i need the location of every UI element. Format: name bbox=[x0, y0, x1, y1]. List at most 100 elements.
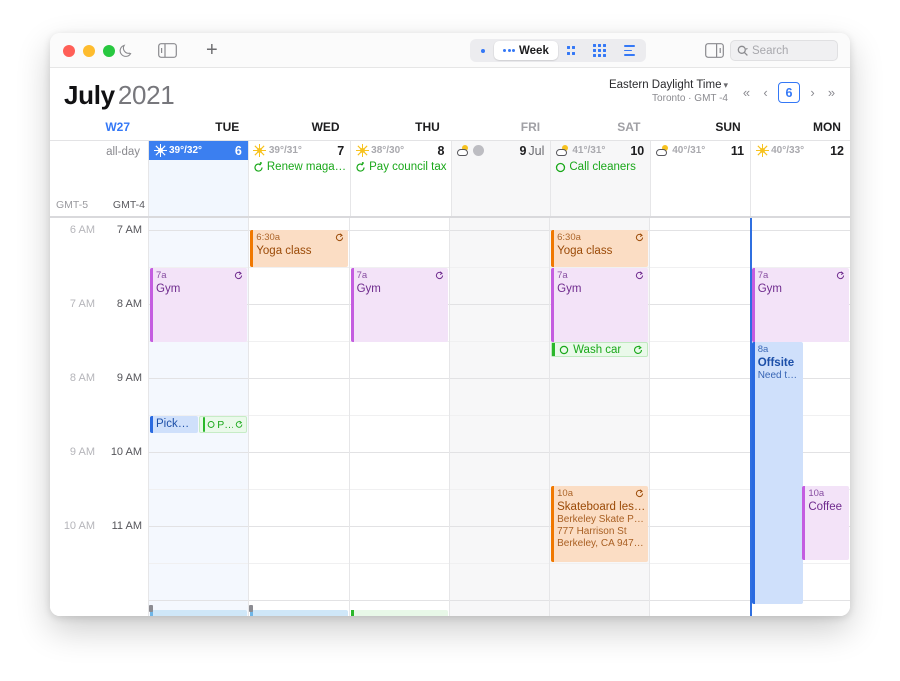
hour-gridline bbox=[449, 378, 550, 379]
event-color-bar bbox=[250, 230, 254, 267]
zoom-window-button[interactable] bbox=[103, 45, 115, 57]
half-hour-gridline bbox=[349, 489, 449, 490]
day-column-thu[interactable]: 7a Gym bbox=[348, 218, 449, 616]
mini-task-chip[interactable]: P… bbox=[198, 416, 248, 433]
half-hour-gridline bbox=[149, 563, 249, 564]
view-mode-month[interactable] bbox=[558, 41, 585, 60]
all-day-cell-thu[interactable]: 38°/30° 8 Pay council tax bbox=[350, 141, 451, 216]
all-day-gutter: all-day GMT-5 GMT-4 bbox=[50, 141, 148, 216]
view-mode-year[interactable] bbox=[584, 41, 615, 60]
hour-gridline bbox=[249, 452, 349, 453]
moon-phase-icon bbox=[472, 145, 484, 156]
day-column-sat[interactable]: 6:30a Yoga class 7a Gym 10a Skateboard les…… bbox=[549, 218, 650, 616]
all-day-cell-mon[interactable]: 40°/33° 12 bbox=[750, 141, 850, 216]
weather-temperature: 39°/32° bbox=[169, 145, 203, 156]
event-time: 6:30a bbox=[256, 232, 281, 243]
day-number[interactable]: 10 bbox=[630, 144, 644, 158]
day-column-mon[interactable]: 7a Gym 8a Offsite Need t… 10a Coffee bbox=[749, 218, 850, 616]
page-title: July 2021 bbox=[64, 80, 175, 111]
year-label: 2021 bbox=[117, 80, 175, 110]
nav-first-button[interactable]: « bbox=[738, 85, 755, 100]
half-hour-gridline bbox=[449, 415, 550, 416]
view-mode-week[interactable]: Week bbox=[494, 41, 558, 60]
all-day-cell-fri[interactable]: 9 Jul bbox=[450, 141, 551, 216]
timed-grid[interactable]: 6 AM 7 AM 7 AM 8 AM 8 AM 9 AM 9 AM 10 AM 10 AM 11… bbox=[50, 218, 850, 616]
calendar-event[interactable]: 7a Gym bbox=[150, 268, 248, 342]
date-navigation: « ‹ 6 › » bbox=[738, 82, 840, 103]
all-day-cell-wed[interactable]: 39°/31° 7 Renew maga… bbox=[247, 141, 351, 216]
day-column-fri[interactable] bbox=[448, 218, 550, 616]
event-title: Offsite bbox=[757, 356, 795, 369]
hour-label-right-0: 7 AM bbox=[116, 224, 142, 236]
all-day-cell-sun[interactable]: 40°/31° 11 bbox=[650, 141, 751, 216]
event-title: Yoga class bbox=[256, 244, 312, 257]
calendar-event[interactable]: 6:30a Yoga class bbox=[551, 230, 649, 267]
day-number[interactable]: 11 bbox=[731, 144, 744, 158]
day-column-sun[interactable] bbox=[649, 218, 750, 616]
nav-next-button[interactable]: › bbox=[804, 85, 821, 100]
day-number[interactable]: 12 bbox=[830, 144, 844, 158]
all-day-cell-tue[interactable]: 39°/32° 6 bbox=[148, 141, 248, 216]
clipped-event-stub[interactable] bbox=[150, 610, 248, 616]
task-label: Call cleaners bbox=[569, 161, 636, 173]
inline-task[interactable]: Wash car bbox=[551, 342, 649, 357]
calendar-event[interactable]: Pick… bbox=[150, 416, 198, 433]
hour-label-right-3: 10 AM bbox=[110, 446, 142, 458]
day-column-wed[interactable]: 6:30a Yoga class bbox=[248, 218, 349, 616]
search-placeholder: Search bbox=[752, 44, 789, 57]
half-hour-gridline bbox=[449, 341, 550, 342]
timezone-name-row: Eastern Daylight Time ▾ bbox=[609, 79, 728, 91]
view-mode-day[interactable] bbox=[472, 41, 494, 60]
all-day-task[interactable]: Call cleaners bbox=[551, 160, 650, 173]
partly-cloudy-icon bbox=[556, 144, 569, 157]
day-name-fri: FRI bbox=[520, 120, 541, 134]
sidebar-toggle-icon[interactable] bbox=[158, 43, 177, 63]
right-panel-icon[interactable] bbox=[705, 43, 724, 63]
calendar-event[interactable]: 7a Gym bbox=[350, 268, 448, 342]
today-button[interactable]: 6 bbox=[778, 82, 800, 103]
all-day-cell-sat[interactable]: 41°/31° 10 Call cleaners bbox=[550, 141, 651, 216]
calendar-event[interactable]: 8a Offsite Need t… bbox=[751, 342, 804, 604]
event-color-bar bbox=[551, 486, 555, 562]
clipped-event-stub[interactable] bbox=[350, 610, 448, 616]
calendar-event[interactable]: 10a Coffee bbox=[802, 486, 849, 560]
nav-last-button[interactable]: » bbox=[823, 85, 840, 100]
view-mode-segmented-control[interactable]: Week bbox=[470, 39, 647, 62]
search-field[interactable]: Search bbox=[730, 40, 838, 61]
day-number[interactable]: 9 Jul bbox=[519, 144, 544, 158]
hour-gridline bbox=[349, 378, 449, 379]
all-day-task[interactable]: Pay council tax bbox=[351, 160, 450, 173]
hour-gridline bbox=[149, 378, 249, 379]
weather-group: 39°/31° bbox=[253, 144, 333, 157]
hour-gridline bbox=[149, 230, 249, 231]
grid-2x2-icon bbox=[566, 46, 576, 55]
all-day-task[interactable]: Renew maga… bbox=[249, 160, 350, 173]
moon-icon[interactable] bbox=[118, 42, 135, 59]
day-name-tue: TUE bbox=[215, 120, 240, 134]
weather-group: 41°/31° bbox=[556, 144, 626, 157]
clipped-event-stub[interactable] bbox=[250, 610, 348, 616]
minimize-window-button[interactable] bbox=[83, 45, 95, 57]
week-number-label[interactable]: W27 bbox=[105, 120, 139, 134]
recurring-task-icon bbox=[207, 421, 215, 428]
day-column-tue[interactable]: 7a Gym Pick… P… bbox=[148, 218, 249, 616]
event-resize-handle[interactable] bbox=[249, 605, 254, 612]
calendar-event[interactable]: 10a Skateboard les… Berkeley Skate Pa… 777 … bbox=[551, 486, 649, 562]
nav-prev-button[interactable]: ‹ bbox=[757, 85, 774, 100]
calendar-event[interactable]: 7a Gym bbox=[551, 268, 649, 342]
calendar-event[interactable]: 7a Gym bbox=[751, 268, 849, 342]
hour-gridline bbox=[149, 526, 249, 527]
half-hour-gridline bbox=[349, 563, 449, 564]
view-mode-list[interactable] bbox=[615, 41, 644, 60]
close-window-button[interactable] bbox=[63, 45, 75, 57]
task-label: Pay council tax bbox=[369, 161, 447, 173]
hour-label-left-1: 7 AM bbox=[69, 298, 95, 310]
day-number[interactable]: 8 bbox=[438, 144, 445, 158]
half-hour-gridline bbox=[650, 415, 750, 416]
calendar-event[interactable]: 6:30a Yoga class bbox=[250, 230, 348, 267]
timezone-selector[interactable]: Eastern Daylight Time ▾ Toronto · GMT -4 bbox=[609, 79, 728, 104]
event-resize-handle[interactable] bbox=[149, 605, 153, 612]
add-event-button[interactable]: + bbox=[206, 40, 218, 60]
day-number[interactable]: 7 bbox=[337, 144, 344, 158]
day-number[interactable]: 6 bbox=[235, 144, 242, 158]
